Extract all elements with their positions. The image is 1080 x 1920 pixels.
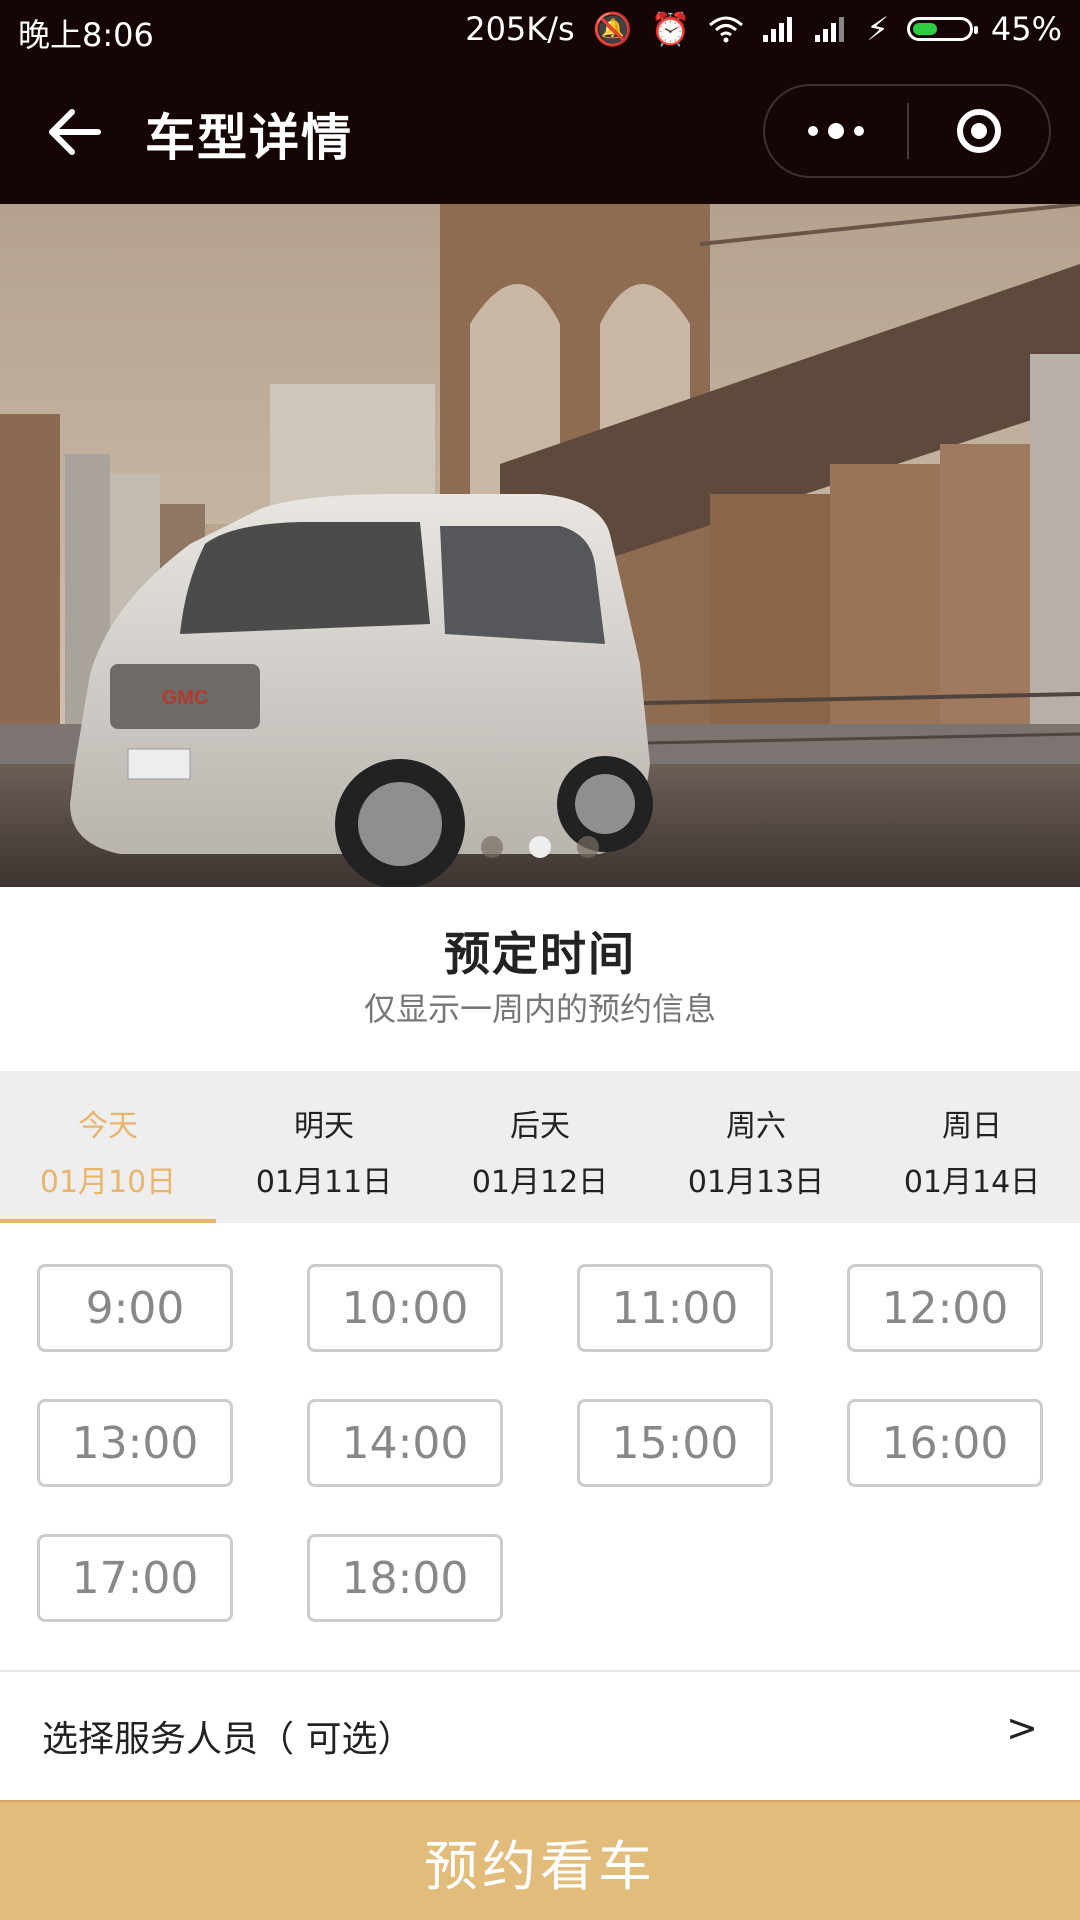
signal-icon-2 xyxy=(815,17,845,42)
date-tab-day: 今天 xyxy=(78,1109,138,1144)
time-slot-button[interactable]: 10:00 xyxy=(307,1264,503,1352)
signal-icon xyxy=(763,17,793,42)
date-tab-date: 01月12日 xyxy=(471,1165,609,1200)
close-button[interactable] xyxy=(909,86,1049,176)
alarm-icon: ⏰ xyxy=(650,10,691,48)
status-time: 晚上8:06 xyxy=(18,16,154,54)
book-viewing-button[interactable]: 预约看车 xyxy=(0,1800,1080,1920)
target-icon xyxy=(957,109,1001,153)
date-tab-day: 明天 xyxy=(294,1109,354,1144)
select-staff-label: 选择服务人员（ 可选） xyxy=(42,1719,414,1760)
booking-subtitle: 仅显示一周内的预约信息 xyxy=(363,990,716,1028)
more-button[interactable] xyxy=(765,86,907,176)
time-slot-button[interactable]: 18:00 xyxy=(307,1534,503,1622)
date-tab-date: 01月14日 xyxy=(903,1165,1041,1200)
date-tab-tomorrow[interactable]: 明天 01月11日 xyxy=(216,1071,432,1223)
status-icons: 205K/s 🔕 ⏰ ⚡ 45% xyxy=(465,10,1062,48)
svg-text:GMC: GMC xyxy=(162,687,209,709)
select-staff-row[interactable]: 选择服务人员（ 可选） > xyxy=(0,1672,1080,1800)
banner-carousel[interactable]: GMC xyxy=(0,204,1080,887)
date-tab-date: 01月10日 xyxy=(39,1165,177,1200)
time-slot-button[interactable]: 13:00 xyxy=(37,1399,233,1487)
time-slot-button[interactable]: 15:00 xyxy=(577,1399,773,1487)
battery-tip xyxy=(973,26,978,34)
date-tab-sunday[interactable]: 周日 01月14日 xyxy=(864,1071,1080,1223)
date-tabs: 今天 01月10日 明天 01月11日 后天 01月12日 周六 01月13日 … xyxy=(0,1071,1080,1223)
nav-bar: 车型详情 xyxy=(0,62,1080,204)
carousel-dots xyxy=(0,836,1080,858)
mute-bell-icon: 🔕 xyxy=(592,10,633,48)
network-speed: 205K/s xyxy=(465,10,575,48)
battery-fill xyxy=(912,23,938,35)
more-dots-icon xyxy=(808,126,818,136)
carousel-dot[interactable] xyxy=(481,836,503,858)
date-tab-date: 01月13日 xyxy=(687,1165,825,1200)
chevron-right-icon: > xyxy=(1006,1706,1038,1750)
date-tab-day: 周六 xyxy=(726,1109,786,1144)
time-slot-button[interactable]: 16:00 xyxy=(847,1399,1043,1487)
page-title: 车型详情 xyxy=(145,109,353,167)
carousel-dot-active[interactable] xyxy=(529,836,551,858)
status-bar: 晚上8:06 205K/s 🔕 ⏰ ⚡ 45% xyxy=(0,0,1080,62)
more-dot-right xyxy=(854,126,864,136)
more-dot-center xyxy=(828,123,844,139)
time-slot-button[interactable]: 11:00 xyxy=(577,1264,773,1352)
time-slot-button[interactable]: 17:00 xyxy=(37,1534,233,1622)
date-tab-saturday[interactable]: 周六 01月13日 xyxy=(648,1071,864,1223)
mini-program-capsule xyxy=(763,84,1051,178)
charging-icon: ⚡ xyxy=(866,10,889,48)
date-tab-day: 周日 xyxy=(942,1109,1002,1144)
battery-icon xyxy=(906,17,978,41)
target-dot xyxy=(971,123,987,139)
time-slot-button[interactable]: 12:00 xyxy=(847,1264,1043,1352)
date-tab-day: 后天 xyxy=(510,1109,570,1144)
booking-title: 预定时间 xyxy=(444,927,636,981)
time-slot-button[interactable]: 9:00 xyxy=(37,1264,233,1352)
battery-percent: 45% xyxy=(990,10,1062,48)
banner-image: GMC xyxy=(0,204,1080,887)
time-slot-button[interactable]: 14:00 xyxy=(307,1399,503,1487)
date-tab-today[interactable]: 今天 01月10日 xyxy=(0,1071,216,1223)
date-tab-day-after[interactable]: 后天 01月12日 xyxy=(432,1071,648,1223)
date-tab-date: 01月11日 xyxy=(255,1165,393,1200)
back-arrow-icon[interactable] xyxy=(44,102,104,162)
wifi-icon xyxy=(709,16,744,43)
carousel-dot[interactable] xyxy=(577,836,599,858)
